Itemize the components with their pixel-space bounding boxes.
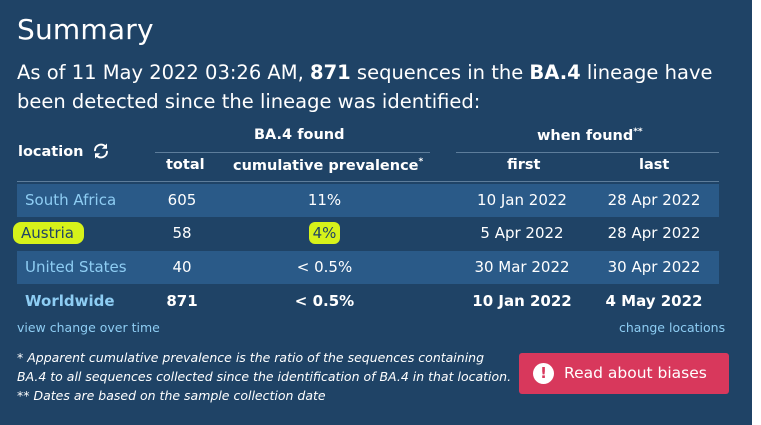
total-cell: 605 xyxy=(167,191,197,209)
prevalence-cell: 11% xyxy=(307,191,342,209)
table-row: Austria 58 4% 5 Apr 2022 28 Apr 2022 xyxy=(13,217,719,250)
first-date-cell: 10 Jan 2022 xyxy=(477,191,567,209)
header-bottom-divider xyxy=(17,181,719,182)
change-locations-link[interactable]: change locations xyxy=(619,320,725,335)
page-edge xyxy=(752,0,761,425)
first-date-cell: 10 Jan 2022 xyxy=(472,292,572,310)
last-date-cell: 4 May 2022 xyxy=(605,292,703,310)
summary-panel: Summary As of 11 May 2022 03:26 AM, 871 … xyxy=(0,0,752,425)
summary-intro: As of 11 May 2022 03:26 AM, 871 sequence… xyxy=(17,58,727,116)
location-link[interactable]: South Africa xyxy=(25,184,116,217)
prevalence-highlight: 4% xyxy=(308,222,341,244)
prevalence-cell: < 0.5% xyxy=(296,258,353,276)
table-row: South Africa 605 11% 10 Jan 2022 28 Apr … xyxy=(17,184,719,217)
location-header: location xyxy=(18,144,84,160)
prevalence-cell: < 0.5% xyxy=(294,292,355,310)
intro-prefix: As of 11 May 2022 03:26 AM, xyxy=(17,61,310,84)
prevalence-label: cumulative prevalence xyxy=(233,157,419,174)
last-header: last xyxy=(639,157,670,173)
first-date-cell: 30 Mar 2022 xyxy=(474,258,570,276)
intro-middle: sequences in the xyxy=(350,61,530,84)
first-header: first xyxy=(507,157,541,173)
location-link[interactable]: Worldwide xyxy=(25,285,115,318)
table-row-worldwide: Worldwide 871 < 0.5% 10 Jan 2022 4 May 2… xyxy=(17,285,719,318)
when-found-mark: ** xyxy=(633,127,643,137)
ba4-found-header: BA.4 found xyxy=(254,127,345,143)
total-cell: 58 xyxy=(172,224,192,242)
footnote: * Apparent cumulative prevalence is the … xyxy=(17,350,512,403)
total-cell: 40 xyxy=(172,258,192,276)
table-row: United States 40 < 0.5% 30 Mar 2022 30 A… xyxy=(17,251,719,284)
location-link[interactable]: United States xyxy=(25,251,127,284)
prevalence-header: cumulative prevalence* xyxy=(233,157,423,174)
page-title: Summary xyxy=(17,13,154,46)
sequence-count: 871 xyxy=(310,61,351,84)
view-change-link[interactable]: view change over time xyxy=(17,320,160,335)
first-date-cell: 5 Apr 2022 xyxy=(480,224,564,242)
last-date-cell: 30 Apr 2022 xyxy=(607,258,701,276)
header-divider xyxy=(155,152,430,153)
when-found-label: when found xyxy=(537,127,634,144)
when-found-header: when found** xyxy=(537,127,643,144)
total-header: total xyxy=(166,157,205,173)
prevalence-mark: * xyxy=(418,157,424,167)
lineage-name: BA.4 xyxy=(529,61,581,84)
button-label: Read about biases xyxy=(564,364,707,382)
header-divider xyxy=(456,152,719,153)
last-date-cell: 28 Apr 2022 xyxy=(607,191,701,209)
read-about-biases-button[interactable]: ! Read about biases xyxy=(519,353,729,394)
refresh-icon[interactable] xyxy=(92,142,110,160)
last-date-cell: 28 Apr 2022 xyxy=(607,224,701,242)
location-highlight: Austria xyxy=(13,222,84,244)
prevalence-cell: 4% xyxy=(267,217,382,250)
exclamation-circle-icon: ! xyxy=(533,363,554,384)
location-link[interactable]: Austria xyxy=(13,217,84,250)
total-cell: 871 xyxy=(166,292,198,310)
